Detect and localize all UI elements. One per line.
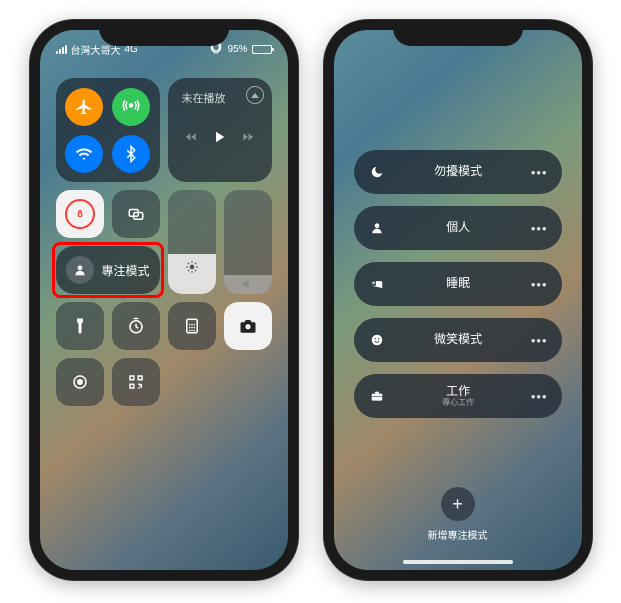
more-icon[interactable]: •••	[531, 221, 548, 236]
calculator-icon	[183, 317, 201, 335]
flashlight-icon	[71, 317, 89, 335]
signal-bars-icon	[56, 45, 67, 54]
focus-modes-list: 勿擾模式 ••• 個人 ••• 睡眠 •••	[334, 30, 582, 570]
volume-fill	[224, 275, 272, 294]
timer-icon	[127, 317, 145, 335]
calculator-button[interactable]	[168, 302, 216, 350]
more-icon[interactable]: •••	[531, 389, 548, 404]
notch	[393, 20, 523, 46]
screen-focus-modes: 勿擾模式 ••• 個人 ••• 睡眠 •••	[334, 30, 582, 570]
sun-icon	[185, 260, 199, 274]
now-playing-panel[interactable]: 未在播放	[168, 78, 272, 182]
record-icon	[71, 373, 89, 391]
focus-row-dnd[interactable]: 勿擾模式 •••	[354, 150, 562, 194]
screen-mirror-icon	[127, 205, 145, 223]
person-icon	[66, 256, 94, 284]
wifi-icon	[75, 145, 93, 163]
antenna-icon	[122, 98, 140, 116]
volume-slider[interactable]	[224, 190, 272, 294]
bed-icon	[368, 277, 386, 291]
qr-scanner-button[interactable]	[112, 358, 160, 406]
next-track-icon[interactable]	[241, 130, 255, 149]
battery-icon	[252, 45, 272, 54]
plus-icon: +	[452, 494, 463, 515]
focus-row-label: 工作 專心工作	[386, 385, 531, 408]
airplane-toggle[interactable]	[65, 88, 103, 126]
more-icon[interactable]: •••	[531, 333, 548, 348]
media-controls	[178, 128, 262, 151]
timer-button[interactable]	[112, 302, 160, 350]
home-indicator[interactable]	[403, 560, 513, 564]
bluetooth-toggle[interactable]	[112, 135, 150, 173]
brightness-fill	[168, 254, 216, 294]
flashlight-button[interactable]	[56, 302, 104, 350]
phone-left: 台灣大哥大 4G 95%	[30, 20, 298, 580]
briefcase-icon	[368, 389, 386, 403]
focus-row-label: 個人	[386, 221, 531, 234]
play-icon[interactable]	[210, 128, 228, 151]
focus-row-label: 勿擾模式	[386, 165, 531, 178]
lock-rotation-icon	[65, 199, 95, 229]
connectivity-group	[56, 78, 160, 182]
airplay-icon[interactable]	[246, 86, 264, 104]
moon-icon	[368, 165, 386, 179]
more-icon[interactable]: •••	[531, 165, 548, 180]
camera-button[interactable]	[224, 302, 272, 350]
bluetooth-icon	[122, 145, 140, 163]
qr-icon	[127, 373, 145, 391]
focus-row-sublabel: 專心工作	[386, 399, 531, 408]
wifi-toggle[interactable]	[65, 135, 103, 173]
focus-mode-button[interactable]: 專注模式	[56, 246, 160, 294]
screen-mirroring-button[interactable]	[112, 190, 160, 238]
orientation-lock-toggle[interactable]	[56, 190, 104, 238]
screen-record-button[interactable]	[56, 358, 104, 406]
cellular-toggle[interactable]	[112, 88, 150, 126]
add-focus-button[interactable]: +	[441, 487, 475, 521]
more-icon[interactable]: •••	[531, 277, 548, 292]
focus-row-work[interactable]: 工作 專心工作 •••	[354, 374, 562, 418]
control-center-grid: 未在播放	[40, 60, 288, 424]
focus-add-section: + 新增專注模式	[354, 487, 562, 542]
focus-row-label: 微笑模式	[386, 333, 531, 346]
focus-row-sleep[interactable]: 睡眠 •••	[354, 262, 562, 306]
brightness-slider[interactable]	[168, 190, 216, 294]
focus-row-label: 睡眠	[386, 277, 531, 290]
notch	[99, 20, 229, 46]
phone-right: 勿擾模式 ••• 個人 ••• 睡眠 •••	[324, 20, 592, 580]
battery-percent: 95%	[227, 44, 247, 55]
focus-row-smile[interactable]: 微笑模式 •••	[354, 318, 562, 362]
focus-mode-label: 專注模式	[102, 262, 150, 279]
add-focus-label: 新增專注模式	[428, 527, 488, 542]
airplane-icon	[75, 98, 93, 116]
focus-row-personal[interactable]: 個人 •••	[354, 206, 562, 250]
smile-icon	[368, 333, 386, 347]
speaker-icon	[241, 277, 255, 291]
previous-track-icon[interactable]	[184, 130, 198, 149]
person-icon	[368, 221, 386, 235]
screen-control-center: 台灣大哥大 4G 95%	[40, 30, 288, 570]
camera-icon	[239, 317, 257, 335]
